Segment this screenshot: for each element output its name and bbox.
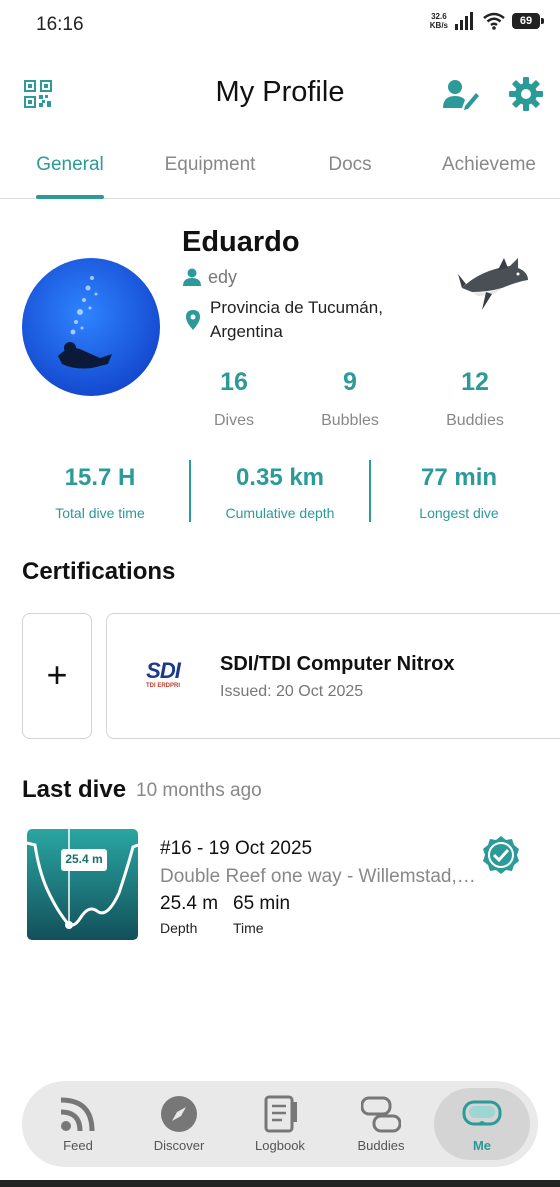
profile-username: edy <box>208 267 238 287</box>
system-navigation-bar <box>0 1180 560 1187</box>
shark-icon[interactable] <box>458 252 530 319</box>
avatar[interactable] <box>22 258 160 396</box>
plus-icon: + <box>46 654 68 695</box>
stat-dives-value: 16 <box>220 368 248 396</box>
profile-name: Eduardo <box>182 226 300 258</box>
stat-buddies-label[interactable]: Buddies <box>415 412 535 430</box>
certification-name: SDI/TDI Computer Nitrox <box>220 653 455 675</box>
cumulative-depth-label: Cumulative depth <box>225 505 335 521</box>
tab-equipment[interactable]: Equipment <box>150 154 270 176</box>
dive-depth-caption: Depth <box>160 920 198 936</box>
tab-indicator <box>36 195 104 199</box>
add-certification-button[interactable]: + <box>22 613 92 739</box>
profile-location: Provincia de Tucumán, Argentina <box>210 298 383 341</box>
dive-profile-thumbnail[interactable]: 25.4 m <box>27 829 138 940</box>
nav-logbook-label: Logbook <box>255 1138 305 1153</box>
battery-indicator: 69 <box>512 13 544 29</box>
network-speed: 32.6 KB/s <box>429 12 448 30</box>
status-time: 16:16 <box>36 14 84 35</box>
nav-feed-label: Feed <box>63 1138 93 1153</box>
tab-general[interactable]: General <box>20 154 120 176</box>
divider <box>369 460 371 522</box>
rss-feed-icon <box>58 1094 98 1134</box>
dive-title[interactable]: #16 - 19 Oct 2025 <box>160 838 312 860</box>
last-dive-ago: 10 months ago <box>136 780 262 801</box>
verified-check-icon <box>481 835 521 880</box>
stat-bubbles-label: Bubbles <box>321 412 379 429</box>
total-dive-time-label: Total dive time <box>55 505 145 521</box>
nav-me[interactable]: Me <box>434 1088 530 1160</box>
sdi-logo: SDI TDI ERDPRI <box>145 658 181 690</box>
nav-me-label: Me <box>472 1138 492 1153</box>
nav-buddies-label: Buddies <box>357 1138 405 1153</box>
certification-issued: Issued: 20 Oct 2025 <box>220 683 364 700</box>
tab-achievements[interactable]: Achieveme <box>442 154 560 176</box>
dive-depth-value: 25.4 m <box>160 893 219 914</box>
gear-icon[interactable] <box>508 76 544 117</box>
longest-dive-value: 77 min <box>420 464 498 491</box>
user-icon <box>183 268 201 291</box>
divider <box>189 460 191 522</box>
location-pin-icon <box>186 310 200 335</box>
nav-buddies[interactable]: Buddies <box>333 1088 429 1160</box>
longest-dive-label: Longest dive <box>419 505 499 521</box>
dive-depth-label: 25.4 m <box>65 852 103 866</box>
stat-bubbles-value: 9 <box>343 368 357 396</box>
nav-discover-label: Discover <box>153 1138 205 1153</box>
dive-site: Double Reef one way - Willemstad, Curaça… <box>160 866 478 887</box>
tab-docs[interactable]: Docs <box>300 154 400 176</box>
notebook-icon <box>260 1094 300 1134</box>
dive-time-value: 65 min <box>233 893 291 914</box>
signal-icon <box>455 12 473 30</box>
dive-mask-icon <box>462 1094 502 1134</box>
wifi-icon <box>483 12 505 30</box>
total-dive-time-value: 15.7 H <box>64 464 136 491</box>
edit-profile-icon[interactable] <box>442 78 480 115</box>
status-icons: 32.6 KB/s 69 <box>429 12 544 30</box>
cumulative-depth-value: 0.35 km <box>235 464 325 491</box>
dive-time-caption: Time <box>233 920 264 936</box>
nav-feed[interactable]: Feed <box>30 1088 126 1160</box>
nav-logbook[interactable]: Logbook <box>232 1088 328 1160</box>
last-dive-title: Last dive <box>22 776 127 803</box>
dive-masks-icon <box>360 1094 402 1134</box>
stat-dives-label: Dives <box>213 412 254 429</box>
certifications-title: Certifications <box>22 558 176 585</box>
stat-buddies-value[interactable]: 12 <box>415 368 535 397</box>
compass-icon <box>159 1094 199 1134</box>
nav-discover[interactable]: Discover <box>131 1088 227 1160</box>
